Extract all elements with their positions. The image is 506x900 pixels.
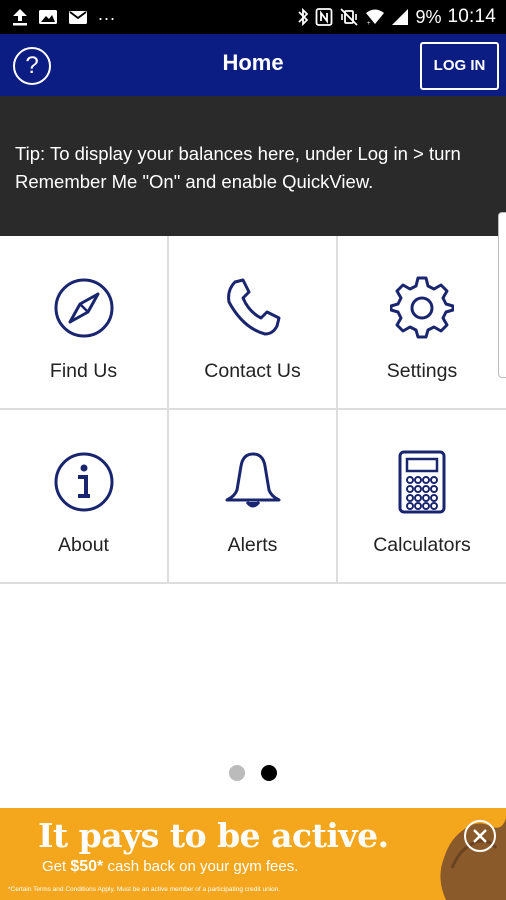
tile-label: Find Us	[49, 360, 118, 382]
home-menu-grid: Find Us Contact Us Settings About Alerts	[0, 236, 506, 584]
image-icon	[39, 10, 57, 24]
close-icon	[473, 829, 487, 843]
phone-icon	[226, 278, 280, 336]
ad-sub-suffix: cash back on your gym fees.	[103, 858, 299, 875]
status-indicators: + 9% 10:14	[297, 6, 496, 28]
ad-subtext: Get $50* cash back on your gym fees.	[42, 858, 298, 876]
vibrate-mute-icon	[340, 8, 359, 26]
tile-label: Settings	[386, 360, 458, 382]
battery-level: 9%	[415, 6, 442, 27]
status-bar: ... + 9% 10:14	[0, 0, 506, 34]
tile-about[interactable]: About	[0, 410, 169, 584]
ad-fine-print: *Certain Terms and Conditions Apply. Mus…	[8, 886, 281, 893]
clock: 10:14	[447, 6, 496, 27]
tile-label: About	[58, 534, 109, 556]
nfc-icon	[316, 8, 333, 26]
tile-alerts[interactable]: Alerts	[169, 410, 338, 584]
app-bar: ? Home LOG IN	[0, 34, 506, 96]
side-scroll-handle[interactable]	[498, 212, 506, 378]
upload-icon	[13, 9, 27, 26]
mail-icon	[69, 11, 87, 24]
compass-icon	[54, 278, 113, 338]
gear-icon	[390, 276, 454, 339]
tip-banner: Tip: To display your balances here, unde…	[0, 96, 506, 236]
status-notifications: ...	[12, 3, 117, 28]
tip-text: Tip: To display your balances here, unde…	[15, 143, 461, 192]
page-dot-1[interactable]	[228, 765, 245, 781]
more-notifications: ...	[98, 3, 117, 24]
ad-banner[interactable]: It pays to be active. Get $50* cash back…	[0, 808, 506, 900]
ad-sub-prefix: Get	[42, 858, 71, 875]
info-icon	[54, 452, 113, 512]
ad-cashback-amount: $50*	[70, 858, 104, 875]
wifi-icon: +	[366, 9, 385, 26]
page-dot-2-active[interactable]	[261, 765, 278, 781]
tile-find-us[interactable]: Find Us	[0, 236, 169, 410]
ad-headline: It pays to be active.	[38, 816, 389, 855]
tile-contact-us[interactable]: Contact Us	[169, 236, 338, 410]
tile-calculators[interactable]: Calculators	[338, 410, 506, 584]
bluetooth-icon	[298, 7, 309, 27]
login-button[interactable]: LOG IN	[420, 42, 499, 90]
tile-label: Calculators	[373, 534, 471, 556]
svg-text:+: +	[367, 21, 371, 26]
bell-icon	[225, 452, 280, 508]
ad-close-button[interactable]	[464, 820, 496, 852]
page-indicator	[0, 765, 506, 781]
tile-label: Alerts	[227, 534, 278, 556]
tile-settings[interactable]: Settings	[338, 236, 506, 410]
calculator-icon	[398, 450, 446, 514]
signal-icon	[392, 9, 409, 25]
tile-label: Contact Us	[204, 360, 301, 382]
